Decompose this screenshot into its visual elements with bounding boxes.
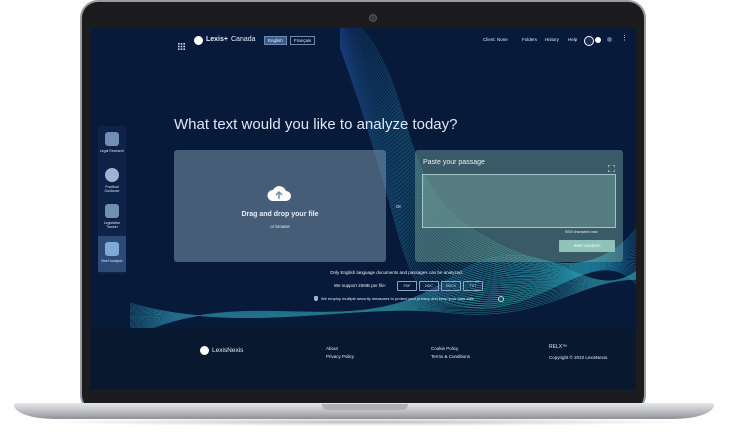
- copyright: Copyright © 2022 LexisNexis.: [549, 355, 609, 360]
- footer: LexisNexis About Privacy Policy Cookie P…: [90, 328, 636, 390]
- rail-item-practical-guidance[interactable]: Practical Guidance: [98, 162, 126, 196]
- cloud-upload-icon: [266, 184, 292, 202]
- lexis-logo-icon: [194, 36, 203, 45]
- expand-icon[interactable]: [607, 159, 616, 173]
- nav-history[interactable]: History: [545, 37, 559, 42]
- footer-link-privacy[interactable]: Privacy Policy: [326, 354, 354, 359]
- start-analysis-button[interactable]: Start analysis: [559, 240, 615, 252]
- relx-logo: RELX™: [549, 344, 568, 350]
- lang-french-button[interactable]: Français: [290, 36, 316, 45]
- footer-link-about[interactable]: About: [326, 346, 338, 351]
- brief-icon: [105, 242, 119, 256]
- drop-title: Drag and drop your file: [241, 211, 319, 218]
- search-doc-icon: [105, 132, 119, 146]
- page-title: What text would you like to analyze toda…: [174, 116, 458, 133]
- compass-icon: [105, 168, 119, 182]
- more-icon[interactable]: ⋮: [621, 34, 628, 42]
- user-icon[interactable]: [595, 37, 601, 43]
- rail-label: Legislative Tracker: [103, 221, 121, 229]
- info-icon[interactable]: [498, 296, 504, 302]
- brand-name[interactable]: Lexis+: [206, 36, 228, 43]
- left-rail: Legal Research Practical Guidance Legisl…: [98, 126, 126, 274]
- rail-item-legal-research[interactable]: Legal Research: [98, 126, 126, 160]
- rail-label: Legal Research: [99, 149, 125, 153]
- shield-icon: [314, 296, 318, 301]
- paste-title: Paste your passage: [423, 159, 485, 166]
- lexisnexis-logo-icon: [200, 346, 209, 355]
- rail-label: Practical Guidance: [104, 185, 120, 193]
- grid-icon[interactable]: [178, 37, 185, 50]
- laptop-camera: [369, 14, 377, 22]
- char-count: 5000 characters max: [565, 230, 598, 234]
- settings-icon[interactable]: [607, 37, 612, 42]
- top-bar: Lexis+ Canada English Français Client: N…: [90, 28, 636, 52]
- rail-item-brief-analysis[interactable]: Brief Analysis: [98, 236, 126, 272]
- footer-link-terms[interactable]: Terms & Conditions: [431, 354, 470, 359]
- chart-icon: [105, 204, 119, 218]
- format-badge: DOC: [419, 281, 439, 291]
- english-only-note: Only English language documents and pass…: [330, 270, 463, 275]
- file-drop-zone[interactable]: Drag and drop your file or browse: [174, 150, 386, 262]
- format-badge: PDF: [397, 281, 417, 291]
- rail-label: Brief Analysis: [101, 259, 123, 263]
- nav-folders[interactable]: Folders: [522, 37, 537, 42]
- lang-english-button[interactable]: English: [264, 36, 287, 45]
- or-label: Or: [396, 204, 401, 209]
- moon-icon[interactable]: [584, 36, 594, 46]
- laptop-notch: [322, 404, 408, 410]
- supported-label: We support 25MB per file:: [334, 283, 386, 288]
- nav-client[interactable]: Client: None: [483, 37, 508, 42]
- laptop-shadow: [30, 418, 700, 426]
- rail-item-legislative-tracker[interactable]: Legislative Tracker: [98, 198, 126, 232]
- footer-link-cookie[interactable]: Cookie Policy: [431, 346, 458, 351]
- security-note: We employ multiple security measures to …: [321, 296, 474, 301]
- screen: Lexis+ Canada English Français Client: N…: [90, 28, 636, 390]
- passage-textarea[interactable]: [422, 174, 616, 228]
- nav-help[interactable]: Help: [568, 37, 577, 42]
- footer-logo: LexisNexis: [212, 347, 244, 354]
- browse-link[interactable]: or browse: [174, 224, 386, 229]
- format-badge: TXT: [463, 281, 483, 291]
- format-badge: DOCX: [441, 281, 461, 291]
- brand-region: Canada: [231, 36, 256, 43]
